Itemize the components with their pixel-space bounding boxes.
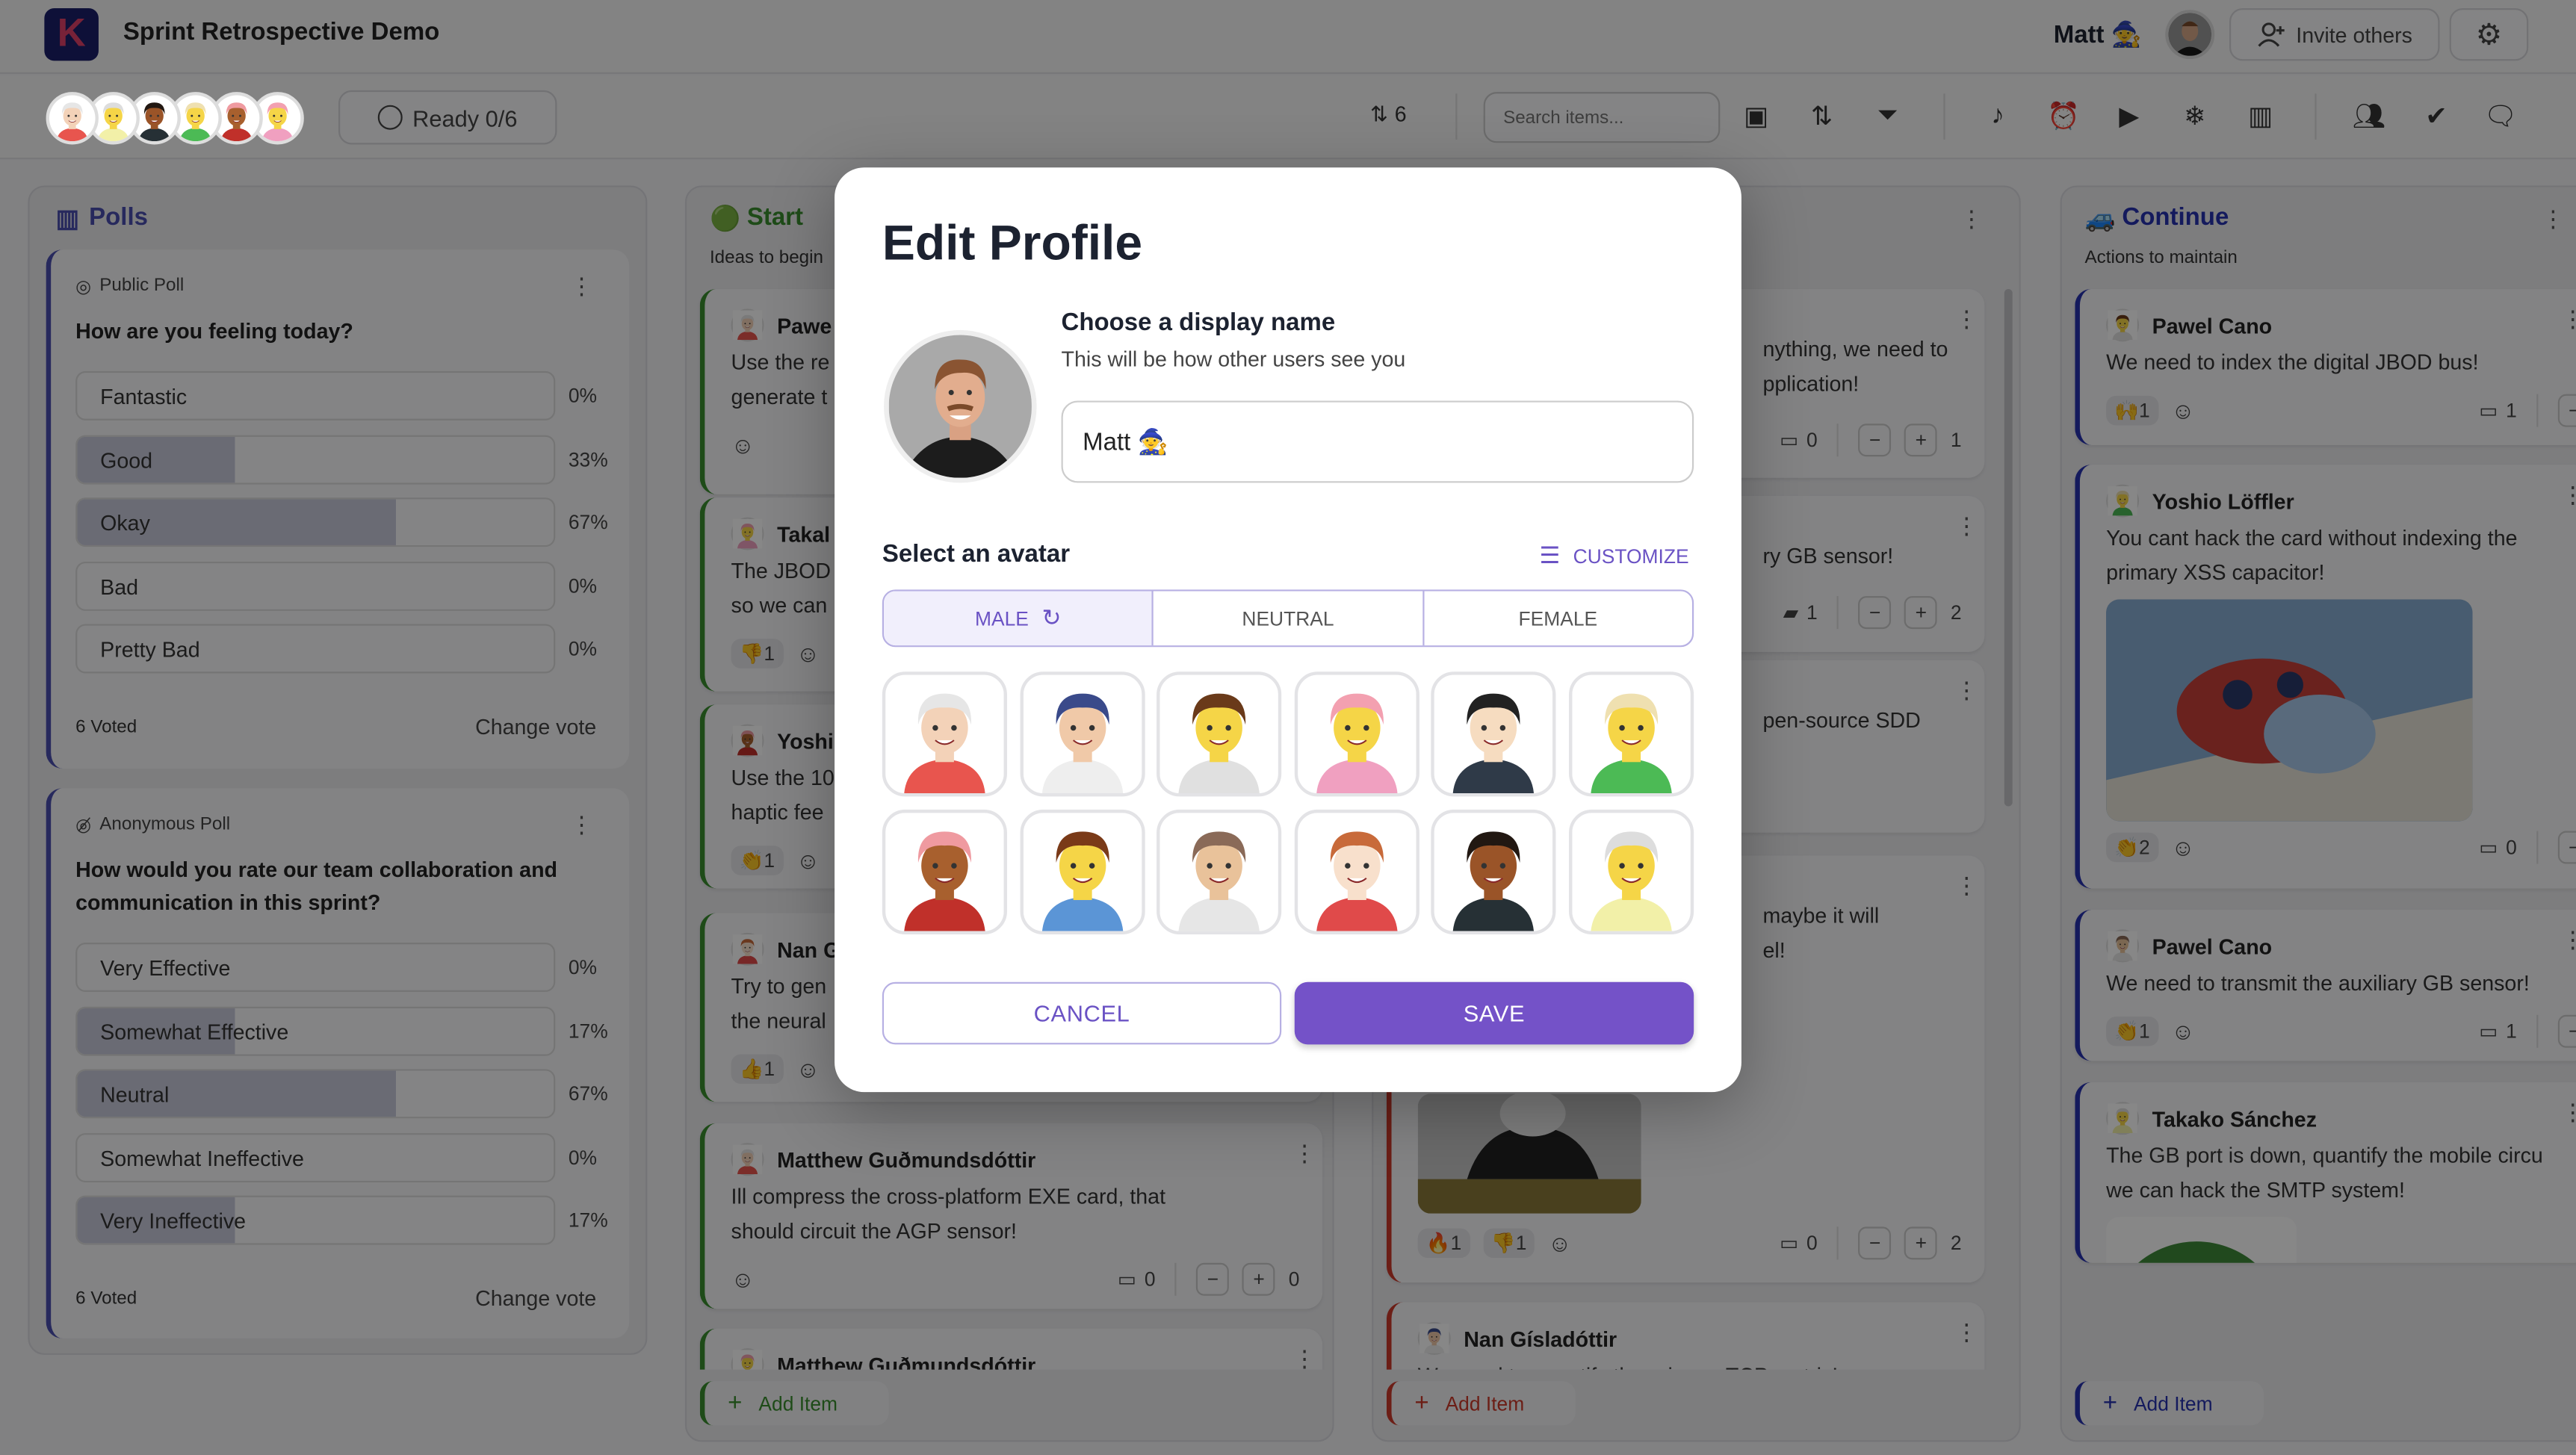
- avatar-face-icon: [1297, 813, 1417, 931]
- avatar-face-icon: [1159, 674, 1279, 793]
- participant-avatars[interactable]: [46, 92, 326, 145]
- avatar-category-tabs: MALE ↻ NEUTRAL FEMALE: [882, 589, 1694, 648]
- avatar-face-icon: [1572, 674, 1691, 793]
- tab-female[interactable]: FEMALE: [1422, 591, 1692, 646]
- avatar-option[interactable]: [882, 809, 1007, 935]
- avatar-option[interactable]: [1569, 671, 1694, 797]
- avatar-option[interactable]: [1294, 809, 1419, 935]
- avatar-option[interactable]: [1569, 809, 1694, 935]
- profile-photo[interactable]: [884, 329, 1037, 483]
- avatar-face-icon: [1023, 813, 1142, 931]
- avatar-face-icon: [1434, 674, 1553, 793]
- avatar-face-icon: [885, 813, 1004, 931]
- tab-label: MALE: [974, 606, 1029, 630]
- avatar-face-icon: [885, 674, 1004, 793]
- display-name-hint: This will be how other users see you: [1061, 346, 1406, 371]
- participant-avatar[interactable]: [46, 92, 99, 145]
- avatar-face-icon: [1023, 674, 1142, 793]
- display-name-heading: Choose a display name: [1061, 308, 1336, 337]
- avatar-option[interactable]: [1157, 671, 1282, 797]
- customize-label: CUSTOMIZE: [1573, 544, 1689, 568]
- avatar-face-icon: [1434, 813, 1553, 931]
- app-root: K Sprint Retrospective Demo Matt 🧙 Invit…: [0, 0, 2576, 1455]
- profile-photo-image: [888, 335, 1032, 478]
- tab-label: FEMALE: [1518, 606, 1598, 630]
- avatar-face-icon: [1572, 813, 1691, 931]
- avatar-option[interactable]: [1019, 809, 1145, 935]
- save-label: SAVE: [1463, 999, 1526, 1027]
- display-name-input[interactable]: [1061, 400, 1694, 483]
- avatar-face-icon: [1297, 674, 1417, 793]
- dialog-title: Edit Profile: [882, 217, 1143, 271]
- avatar-grid: [882, 671, 1694, 935]
- cancel-label: CANCEL: [1033, 999, 1130, 1027]
- avatar-option[interactable]: [1019, 671, 1145, 797]
- avatar-option[interactable]: [1294, 671, 1419, 797]
- avatar-option[interactable]: [882, 671, 1007, 797]
- tab-neutral[interactable]: NEUTRAL: [1152, 591, 1422, 646]
- avatar-face-icon: [1159, 813, 1279, 931]
- avatar-option[interactable]: [1431, 671, 1557, 797]
- edit-profile-dialog: Edit Profile Choose a display name This …: [835, 167, 1741, 1093]
- tab-label: NEUTRAL: [1242, 606, 1334, 630]
- avatar-option[interactable]: [1431, 809, 1557, 935]
- tab-male[interactable]: MALE ↻: [884, 591, 1153, 646]
- avatar-heading: Select an avatar: [882, 540, 1071, 568]
- save-button[interactable]: SAVE: [1294, 981, 1694, 1045]
- sliders-icon: ☰: [1539, 542, 1561, 568]
- cancel-button[interactable]: CANCEL: [882, 981, 1282, 1045]
- refresh-icon[interactable]: ↻: [1041, 604, 1061, 632]
- customize-button[interactable]: ☰ CUSTOMIZE: [1539, 542, 1688, 570]
- avatar-option[interactable]: [1157, 809, 1282, 935]
